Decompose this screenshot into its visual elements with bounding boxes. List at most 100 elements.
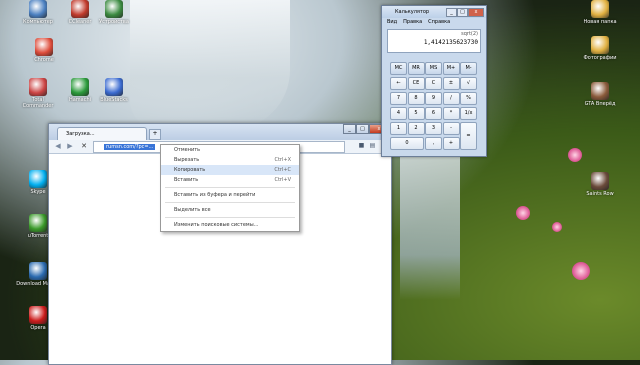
maximize-button[interactable]: □ [356,124,369,134]
menu-edit[interactable]: Правка [403,18,422,27]
context-menu-item[interactable]: Вырезать Ctrl+X [161,155,299,165]
menu-item-label: Вставить из буфера и перейти [174,192,256,198]
app-icon [71,0,89,18]
calculator-value: 1,4142135623730 [423,39,478,46]
page-menu-icon[interactable]: ▤ [368,141,377,151]
calculator-key[interactable]: 9 [425,92,442,105]
calculator-key[interactable]: ← [390,77,407,90]
new-tab-button[interactable]: + [149,129,161,140]
desktop-icon[interactable]: Компьютер [16,0,60,25]
app-icon [29,306,47,324]
desktop-icon-label: BlueStacks [100,97,128,103]
calculator-key[interactable]: / [442,92,460,105]
selected-url-text: rumsn.com/?pc=... [104,144,156,150]
desktop-icon[interactable]: BlueStacks [92,78,136,103]
menu-separator [165,187,295,188]
tab-bar: Загрузка... + _ □ x [49,124,391,140]
calculator-key[interactable]: % [460,92,477,105]
desktop-icon[interactable]: Устройства [92,0,136,25]
calculator-key[interactable]: 0 [390,137,424,150]
context-menu-item[interactable]: Копировать Ctrl+C [161,165,299,175]
calculator-key[interactable]: MC [390,62,407,75]
app-icon [29,262,47,280]
calculator-display: sqrt(2) 1,4142135623730 [387,29,481,53]
calculator-key[interactable]: 2 [407,122,425,135]
desktop-icon[interactable]: Фотографии [578,36,622,61]
app-icon [29,78,47,96]
flower-decoration [568,148,582,162]
context-menu-item[interactable]: Изменить поисковые системы... [161,220,299,230]
calculator-key[interactable]: 1/x [460,107,477,120]
desktop-icon[interactable]: Saints Row [578,172,622,197]
desktop-icon-label: Компьютер [23,19,53,25]
calc-maximize-button[interactable]: □ [457,8,468,17]
calculator-key[interactable]: C [425,77,442,90]
calculator-key[interactable]: 8 [407,92,425,105]
calculator-key[interactable]: M- [460,62,477,75]
app-icon [29,214,47,232]
browser-tab[interactable]: Загрузка... [57,127,147,140]
desktop-icon[interactable]: Chrome [22,38,66,63]
calc-close-button[interactable]: x [468,8,484,17]
calculator-key[interactable]: 6 [425,107,442,120]
calculator-key[interactable]: M+ [442,62,460,75]
menu-view[interactable]: Вид [387,18,397,27]
app-icon [29,0,47,18]
calculator-key[interactable]: - [442,122,460,135]
app-icon [71,78,89,96]
calc-minimize-button[interactable]: _ [446,8,457,17]
app-icon [29,170,47,188]
app-icon [591,36,609,54]
calculator-expression: sqrt(2) [461,31,478,37]
menu-item-shortcut: Ctrl+C [274,167,291,173]
desktop-icon-label: Total Commander [22,97,54,109]
context-menu-item[interactable]: Выделить все [161,205,299,215]
calculator-key[interactable]: 3 [425,122,442,135]
calculator-key[interactable]: 5 [407,107,425,120]
flower-decoration [552,222,562,232]
desktop-icon-label: Устройства [99,19,129,25]
menu-help[interactable]: Справка [428,18,450,27]
menu-item-label: Вырезать [174,157,200,163]
calculator-key[interactable]: , [425,137,442,150]
calculator-key[interactable]: 4 [390,107,407,120]
desktop-icon-label: Saints Row [586,191,614,197]
calculator-key[interactable]: MR [407,62,425,75]
menu-item-label: Вставить [174,177,199,183]
calculator-title: Калькулятор [395,9,430,15]
menu-item-label: Отменить [174,147,201,153]
minimize-button[interactable]: _ [343,124,356,134]
calculator-key[interactable]: MS [425,62,442,75]
calculator-key[interactable]: 1 [390,122,407,135]
context-menu-item[interactable]: Вставить Ctrl+V [161,175,299,185]
menu-item-label: Копировать [174,167,206,173]
back-icon[interactable]: ◀ [53,141,63,151]
desktop-icon-label: Новая папка [583,19,617,25]
calculator-key[interactable]: = [460,122,477,150]
flower-decoration [572,262,590,280]
stop-icon[interactable]: ✕ [79,141,89,151]
desktop-icon[interactable]: Total Commander [16,78,60,109]
calculator-key[interactable]: ± [442,77,460,90]
calculator-key[interactable]: * [442,107,460,120]
menu-item-shortcut: Ctrl+X [274,157,291,163]
desktop-icon[interactable]: GTA Вперёд [578,82,622,107]
calculator-menu: Вид Правка Справка [382,18,486,27]
context-menu-item[interactable]: Вставить из буфера и перейти [161,190,299,200]
menu-separator [165,202,295,203]
desktop-icon-label: Фотографии [583,55,617,61]
app-icon [591,82,609,100]
app-icon [591,0,609,18]
calculator-key[interactable]: 7 [390,92,407,105]
app-icon [591,172,609,190]
extension-icon[interactable]: ■ [357,141,366,151]
calculator-key[interactable]: √ [460,77,477,90]
calculator-key[interactable]: CE [407,77,425,90]
waterfall-wallpaper-lower [400,150,460,300]
desktop-icon[interactable]: Новая папка [578,0,622,25]
forward-icon[interactable]: ▶ [65,141,75,151]
waterfall-wallpaper [130,0,290,130]
context-menu-item[interactable]: Отменить [161,145,299,155]
calculator-key[interactable]: + [442,137,460,150]
context-menu: Отменить Вырезать Ctrl+X Копировать Ctrl+C Вс… [160,144,300,232]
